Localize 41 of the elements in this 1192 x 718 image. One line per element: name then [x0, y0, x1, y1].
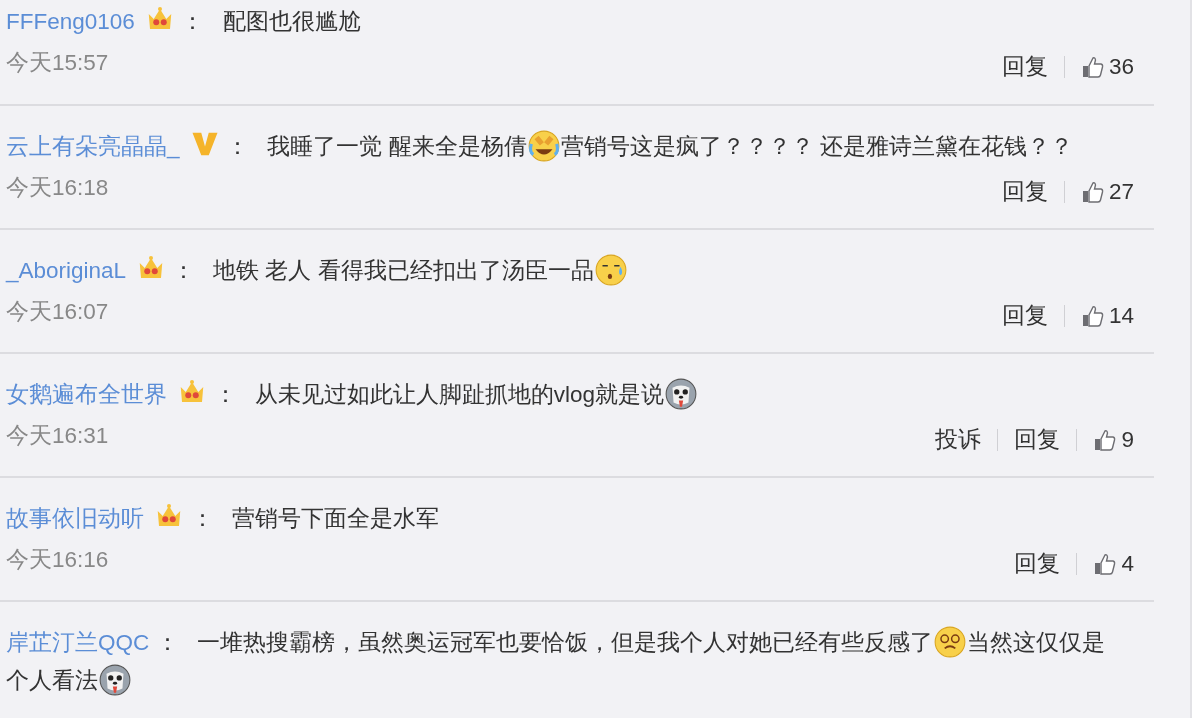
comment-text: 配图也很尴尬 [222, 9, 361, 34]
comment-text: 营销号下面全是水军 [231, 506, 439, 531]
sweat-emoji-icon [593, 253, 628, 287]
dizzy-emoji-icon [932, 625, 967, 659]
comment-action-button[interactable]: 回复 [1001, 300, 1048, 331]
comment-text: 一堆热搜霸榜，虽然奥运冠军也要恰饭，但是我个人对她已经有些反感了 [196, 630, 933, 655]
colon: ： [190, 506, 214, 531]
dog-emoji-icon [664, 377, 699, 411]
timestamp: 今天15:57 [6, 49, 109, 77]
timestamp: 今天16:07 [6, 298, 109, 326]
thumbs-up-icon [1093, 551, 1118, 576]
comment-action-button[interactable]: 回复 [1001, 51, 1048, 82]
thumbs-up-icon [1093, 427, 1118, 452]
comment-action-button[interactable]: 投诉 [935, 424, 982, 455]
colon: ： [171, 258, 195, 283]
comment-text: 个人看法 [6, 668, 98, 693]
thumbs-up-icon [1080, 303, 1105, 328]
dog-emoji-icon [98, 663, 132, 697]
thumbs-up-icon [1080, 54, 1105, 79]
comment-text: 地铁 老人 看得我已经扣出了汤臣一品 [213, 258, 594, 283]
like-button[interactable]: 14 [1080, 302, 1134, 329]
colon: ： [181, 9, 205, 34]
comment-action-button[interactable]: 回复 [1014, 424, 1061, 455]
comment-action-button[interactable]: 回复 [1014, 548, 1061, 579]
colon: ： [213, 382, 237, 407]
thumbs-up-icon [1080, 179, 1105, 204]
like-button[interactable]: 9 [1093, 426, 1134, 453]
comment-text: 营销号这是疯了？？？？ 还是雅诗兰黛在花钱？？ [560, 134, 1073, 159]
laughing-emoji-icon [526, 129, 561, 163]
like-button[interactable]: 4 [1093, 550, 1134, 577]
comment-action-button[interactable]: 回复 [1001, 176, 1048, 207]
timestamp: 今天16:16 [6, 546, 109, 574]
like-button[interactable]: 36 [1080, 53, 1134, 80]
timestamp: 今天16:31 [6, 422, 109, 450]
comment-text: 我睡了一觉 醒来全是杨倩 [267, 134, 527, 159]
comment-text: 当然这仅仅是 [966, 630, 1105, 655]
like-button[interactable]: 27 [1080, 178, 1134, 205]
colon: ： [226, 134, 250, 159]
comment-text: 从未见过如此让人脚趾抓地的vlog就是说 [254, 382, 665, 407]
colon: ： [155, 630, 179, 655]
timestamp: 今天16:18 [6, 174, 109, 202]
